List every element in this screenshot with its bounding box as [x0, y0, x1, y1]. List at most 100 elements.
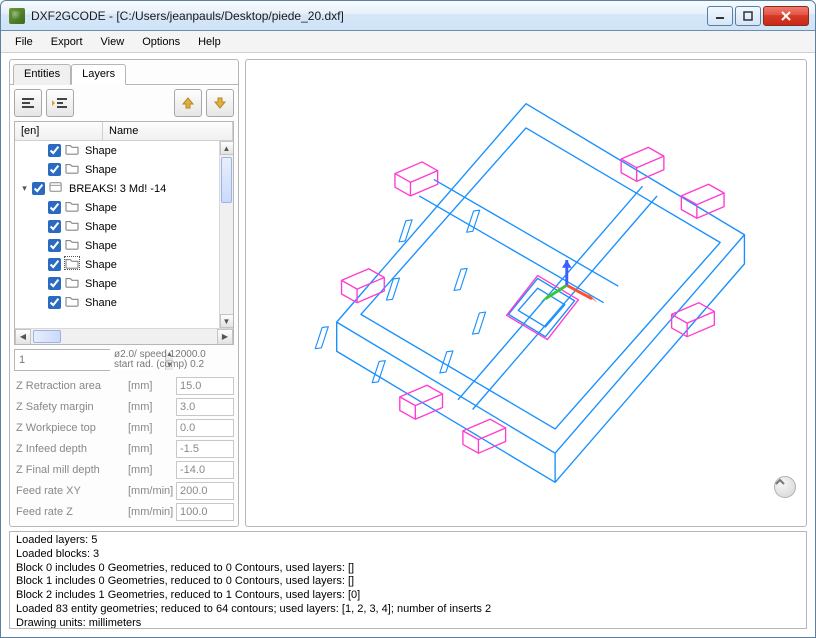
row-label: Shane	[83, 297, 117, 309]
view-home-button[interactable]	[774, 476, 796, 498]
param-label: Feed rate Z	[14, 506, 128, 518]
scroll-right-icon[interactable]: ▶	[217, 329, 233, 345]
folder-icon	[63, 257, 81, 272]
row-checkbox[interactable]	[32, 182, 45, 195]
param-row: Z Workpiece top[mm]	[14, 417, 234, 438]
expander-icon[interactable]	[19, 221, 30, 232]
tab-entities[interactable]: Entities	[13, 64, 71, 85]
row-label: Shape	[83, 145, 117, 157]
layers-tree: [en] Name ShapeShape▾BREAKS! 3 Md! -14Sh…	[14, 121, 234, 345]
move-up-button[interactable]	[174, 89, 202, 117]
tree-row[interactable]: Shape	[15, 217, 219, 236]
scroll-up-icon[interactable]: ▲	[220, 141, 234, 155]
tool-number-spinner[interactable]: ▲▼	[14, 349, 110, 371]
param-unit: [mm]	[128, 443, 176, 455]
log-line: Drawing units: millimeters	[16, 617, 800, 630]
param-input[interactable]	[176, 377, 234, 395]
param-row: Feed rate Z[mm/min]	[14, 501, 234, 522]
tree-vscroll[interactable]: ▲ ▼	[219, 141, 233, 328]
row-label: Shape	[83, 259, 117, 271]
tree-row[interactable]: ▾ BREAKS! 3 Md! -14	[15, 179, 219, 198]
tree-row[interactable]: Shape	[15, 236, 219, 255]
param-row: Z Safety margin[mm]	[14, 396, 234, 417]
viewport-canvas[interactable]	[245, 59, 807, 527]
param-input[interactable]	[176, 398, 234, 416]
expander-icon[interactable]	[19, 259, 30, 270]
align-left-button[interactable]	[14, 89, 42, 117]
menu-view[interactable]: View	[93, 34, 133, 50]
param-unit: [mm]	[128, 401, 176, 413]
folder-icon	[63, 219, 81, 234]
close-button[interactable]	[763, 6, 809, 26]
row-checkbox[interactable]	[48, 277, 61, 290]
row-checkbox[interactable]	[48, 163, 61, 176]
param-input[interactable]	[176, 482, 234, 500]
scroll-left-icon[interactable]: ◀	[15, 329, 31, 345]
tree-row[interactable]: Shane	[15, 293, 219, 312]
menu-options[interactable]: Options	[134, 34, 188, 50]
param-input[interactable]	[176, 461, 234, 479]
menu-file[interactable]: File	[7, 34, 41, 50]
expander-icon[interactable]	[19, 278, 30, 289]
hscroll-thumb[interactable]	[33, 330, 61, 343]
folder-icon	[63, 238, 81, 253]
tree-row[interactable]: Shape	[15, 160, 219, 179]
row-checkbox[interactable]	[48, 296, 61, 309]
folder-icon	[63, 200, 81, 215]
chevron-up-icon	[775, 477, 795, 497]
tree-row[interactable]: Shape	[15, 198, 219, 217]
expander-icon[interactable]	[19, 202, 30, 213]
param-row: Feed rate XY[mm/min]	[14, 480, 234, 501]
tree-row[interactable]: Shape	[15, 255, 219, 274]
log-line: Block 0 includes 0 Geometries, reduced t…	[16, 562, 800, 576]
row-label: BREAKS! 3 Md! -14	[67, 183, 166, 195]
param-input[interactable]	[176, 440, 234, 458]
expander-icon[interactable]	[19, 145, 30, 156]
param-label: Z Retraction area	[14, 380, 128, 392]
tree-row[interactable]: Shape	[15, 141, 219, 160]
minimize-button[interactable]	[707, 6, 733, 26]
tree-row[interactable]: Shape	[15, 274, 219, 293]
tool-info: ø2.0/ speed 12000.0 start rad. (comp) 0.…	[114, 350, 234, 371]
expander-icon[interactable]	[19, 297, 30, 308]
app-icon	[9, 8, 25, 24]
maximize-button[interactable]	[735, 6, 761, 26]
row-checkbox[interactable]	[48, 201, 61, 214]
row-checkbox[interactable]	[48, 258, 61, 271]
tab-layers[interactable]: Layers	[71, 64, 126, 85]
log-panel: Loaded layers: 5Loaded blocks: 3Block 0 …	[9, 531, 807, 629]
tree-header: [en] Name	[15, 122, 233, 141]
titlebar: DXF2GCODE - [C:/Users/jeanpauls/Desktop/…	[1, 1, 815, 31]
param-row: Z Retraction area[mm]	[14, 375, 234, 396]
log-line: Loaded blocks: 3	[16, 548, 800, 562]
folder-icon	[63, 143, 81, 158]
row-checkbox[interactable]	[48, 220, 61, 233]
param-unit: [mm]	[128, 380, 176, 392]
row-checkbox[interactable]	[48, 239, 61, 252]
tree-col-name[interactable]: Name	[103, 122, 233, 140]
log-line: Loaded layers: 5	[16, 534, 800, 548]
log-line: Block 1 includes 0 Geometries, reduced t…	[16, 575, 800, 589]
expander-icon[interactable]	[19, 164, 30, 175]
scroll-thumb[interactable]	[221, 157, 232, 203]
param-input[interactable]	[176, 503, 234, 521]
side-tabs: Entities Layers	[10, 60, 238, 85]
param-label: Z Infeed depth	[14, 443, 128, 455]
move-down-button[interactable]	[206, 89, 234, 117]
menubar: File Export View Options Help	[1, 31, 815, 53]
param-row: Z Final mill depth[mm]	[14, 459, 234, 480]
param-label: Z Final mill depth	[14, 464, 128, 476]
expander-icon[interactable]: ▾	[19, 183, 30, 194]
indent-button[interactable]	[46, 89, 74, 117]
tree-hscroll[interactable]: ◀ ▶	[15, 328, 233, 344]
menu-export[interactable]: Export	[43, 34, 91, 50]
param-input[interactable]	[176, 419, 234, 437]
param-unit: [mm]	[128, 464, 176, 476]
row-label: Shape	[83, 278, 117, 290]
row-checkbox[interactable]	[48, 144, 61, 157]
tree-col-en[interactable]: [en]	[15, 122, 103, 140]
menu-help[interactable]: Help	[190, 34, 229, 50]
expander-icon[interactable]	[19, 240, 30, 251]
scroll-down-icon[interactable]: ▼	[220, 314, 234, 328]
param-unit: [mm/min]	[128, 506, 176, 518]
